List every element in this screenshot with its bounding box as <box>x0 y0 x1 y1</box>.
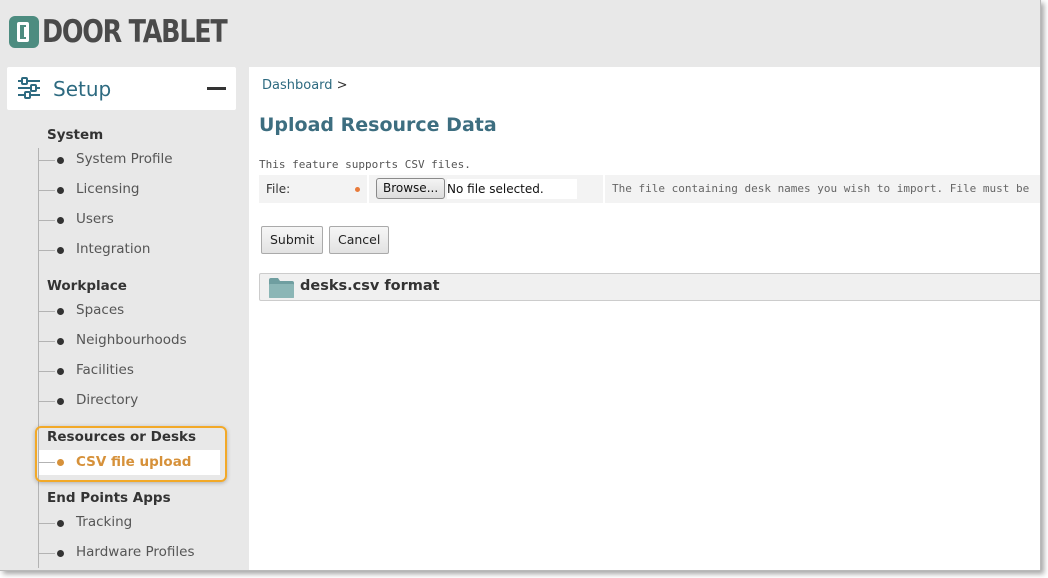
desks-csv-format-accordion[interactable]: desks.csv format <box>259 273 1040 301</box>
submit-button[interactable]: Submit <box>261 226 324 254</box>
brand-logo[interactable]: DOOR TABLET <box>9 14 267 50</box>
file-form-row: File: Browse... No file selected. The fi… <box>259 175 1040 203</box>
breadcrumb-separator: > <box>336 78 348 93</box>
file-label-cell: File: <box>259 175 367 203</box>
sidebar-item-label: System Profile <box>76 151 173 167</box>
sidebar-item-label: Spaces <box>76 302 125 318</box>
sidebar-item-label: Hardware Profiles <box>76 544 195 560</box>
bullet-icon <box>57 308 64 315</box>
file-label: File: <box>266 182 291 196</box>
section-workplace: Workplace <box>47 278 127 294</box>
sidebar-item-tracking[interactable]: Tracking <box>39 513 219 533</box>
csv-support-note: This feature supports CSV files. <box>259 158 471 171</box>
bullet-icon <box>57 187 64 194</box>
minus-icon[interactable] <box>207 87 226 90</box>
sidebar-item-licensing[interactable]: Licensing <box>39 180 219 200</box>
sidebar-item-label: Directory <box>76 392 139 408</box>
page-title: Upload Resource Data <box>259 114 497 136</box>
bullet-icon <box>57 217 64 224</box>
sidebar-item-label: Users <box>76 211 114 227</box>
sidebar-item-users[interactable]: Users <box>39 210 219 230</box>
door-logo-icon <box>9 16 39 48</box>
sidebar-item-neighbourhoods[interactable]: Neighbourhoods <box>39 331 219 351</box>
setup-panel-header[interactable]: Setup <box>7 67 236 110</box>
app-window: DOOR TABLET Setup System System Profile … <box>0 0 1041 571</box>
file-help-cell: The file containing desk names you wish … <box>605 175 1040 203</box>
accordion-title: desks.csv format <box>300 278 440 294</box>
logo-text: DOOR TABLET <box>42 14 228 50</box>
file-name-display[interactable]: No file selected. <box>447 179 577 199</box>
main-content: Dashboard > Upload Resource Data This fe… <box>249 67 1040 570</box>
sidebar-item-directory[interactable]: Directory <box>39 391 219 411</box>
section-end-points-apps: End Points Apps <box>47 490 171 506</box>
breadcrumb: Dashboard > <box>262 78 348 93</box>
bullet-icon <box>57 398 64 405</box>
sidebar-item-spaces[interactable]: Spaces <box>39 301 219 321</box>
required-indicator-icon <box>355 187 360 192</box>
browse-button[interactable]: Browse... <box>376 178 446 199</box>
highlight-callout <box>35 426 227 482</box>
folder-icon <box>269 278 294 298</box>
bullet-icon <box>57 157 64 164</box>
bullet-icon <box>57 520 64 527</box>
file-input-cell: Browse... No file selected. <box>369 175 603 203</box>
breadcrumb-dashboard-link[interactable]: Dashboard <box>262 78 333 93</box>
cancel-button[interactable]: Cancel <box>329 226 390 254</box>
sidebar-item-facilities[interactable]: Facilities <box>39 361 219 381</box>
bullet-icon <box>57 338 64 345</box>
bullet-icon <box>57 368 64 375</box>
sidebar-item-integration[interactable]: Integration <box>39 240 219 260</box>
section-system: System <box>47 127 104 143</box>
setup-title: Setup <box>53 77 112 101</box>
sliders-icon <box>18 77 40 99</box>
bullet-icon <box>57 550 64 557</box>
sidebar-item-label: Integration <box>76 241 151 257</box>
sidebar-item-label: Neighbourhoods <box>76 332 187 348</box>
sidebar-item-label: Licensing <box>76 181 140 197</box>
sidebar-item-label: Facilities <box>76 362 134 378</box>
sidebar-item-system-profile[interactable]: System Profile <box>39 150 219 170</box>
sidebar-item-hardware-profiles[interactable]: Hardware Profiles <box>39 543 219 563</box>
sidebar-item-label: Tracking <box>76 514 133 530</box>
file-help-text: The file containing desk names you wish … <box>612 182 1030 195</box>
bullet-icon <box>57 247 64 254</box>
